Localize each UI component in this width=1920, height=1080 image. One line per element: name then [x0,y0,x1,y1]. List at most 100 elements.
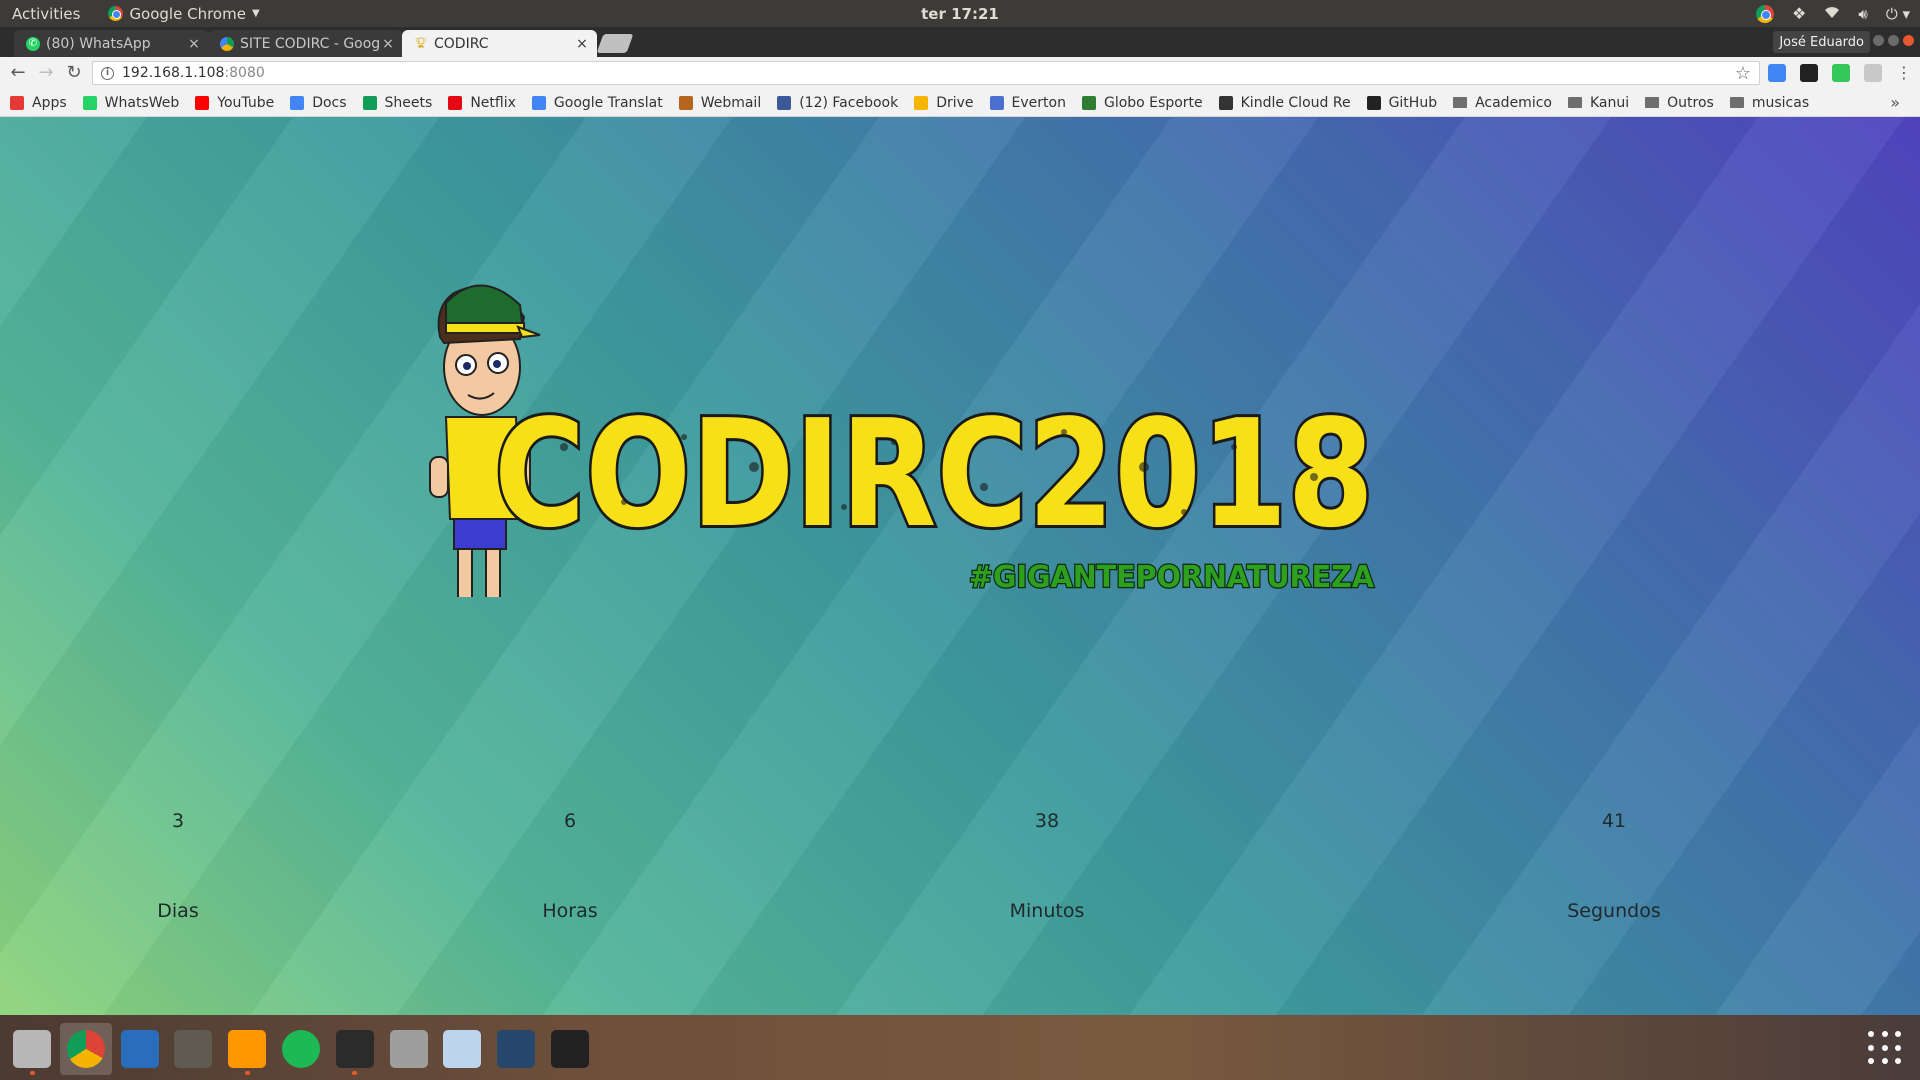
bookmark-musicas[interactable]: musicas [1729,94,1810,111]
bookmark-label: Netflix [470,94,516,111]
bookmark-kanui[interactable]: Kanui [1567,95,1629,111]
bookmark-12-facebook[interactable]: (12) Facebook [777,95,898,111]
ge-icon [1081,95,1096,110]
calculator-launcher[interactable] [383,1023,435,1075]
power-icon[interactable]: ⏻ ▾ [1886,5,1910,23]
close-window-button[interactable] [1903,35,1914,46]
close-icon[interactable]: × [575,36,589,52]
clock[interactable]: ter 17:21 [921,5,999,23]
sheets-icon [362,95,377,110]
countdown-label: Minutos [1009,900,1085,922]
bookmark-everton[interactable]: Everton [989,94,1066,111]
bookmark-label: Outros [1667,94,1714,111]
bookmark-kindle-cloud-re[interactable]: Kindle Cloud Re [1218,95,1351,111]
bookmark-whatsweb[interactable]: WhatsWeb [82,95,179,111]
bookmark-label: Everton [1011,94,1066,111]
more-bookmarks-icon[interactable]: » [1890,93,1900,112]
bookmark-outros[interactable]: Outros [1645,95,1714,111]
address-bar[interactable]: i 192.168.1.108:8080 ☆ [92,61,1760,85]
youtube-icon [195,95,210,110]
writer-launcher[interactable] [114,1023,166,1075]
chevron-down-icon: ▼ [251,8,260,19]
reload-button[interactable]: ↻ [64,63,84,83]
bookmark-docs[interactable]: Docs [290,94,347,111]
maximize-button[interactable] [1888,35,1899,46]
close-icon[interactable]: × [381,36,395,52]
bookmark-google-translat[interactable]: Google Translat [531,95,663,111]
info-icon[interactable]: i [101,66,114,80]
drive-icon [914,95,929,110]
bookmark-label: Drive [936,94,974,111]
bookmarks-bar: Apps WhatsWeb YouTube Docs Sheets Netflix Goog… [0,89,1920,117]
countdown-value: 38 [1034,810,1060,832]
back-button[interactable]: ← [8,63,28,83]
bookmark-academico[interactable]: Academico [1453,95,1552,111]
tab-site-codirc[interactable]: SITE CODIRC - Goog × [208,30,403,57]
forward-button[interactable]: → [36,63,56,83]
app-menu[interactable]: Google Chrome ▼ [108,4,260,23]
extensions-area: ⋮ [1768,63,1912,82]
green-extension-icon[interactable] [1832,63,1850,82]
minimize-button[interactable] [1873,35,1884,46]
cube-icon [443,1030,482,1068]
dropbox-icon[interactable]: ❖ [1792,4,1806,23]
files-icon [13,1030,51,1068]
cube-launcher[interactable] [436,1023,488,1075]
new-tab-button[interactable] [596,34,634,53]
docs-icon [290,95,305,110]
wifi-icon[interactable] [1824,5,1840,23]
files-launcher[interactable] [6,1023,58,1075]
mysql-workbench-launcher[interactable] [490,1023,542,1075]
writer-icon [120,1030,159,1068]
activities-button[interactable]: Activities [12,5,80,23]
countdown-value: 3 [171,810,185,832]
bookmark-apps[interactable]: Apps [10,95,67,111]
facebook-icon [777,95,792,110]
mail-extension-icon[interactable] [1800,63,1818,82]
profile-button[interactable]: José Eduardo [1773,31,1870,53]
gimp-launcher[interactable] [167,1023,219,1075]
running-indicator [244,1071,250,1075]
show-applications-icon[interactable] [1868,1031,1902,1065]
bookmark-sheets[interactable]: Sheets [362,94,433,111]
bookmark-star-icon[interactable]: ☆ [1735,63,1751,84]
webmail-icon [678,95,693,110]
chrome-tray-icon[interactable] [1756,4,1775,23]
grey-extension-icon[interactable] [1864,63,1882,82]
bookmark-webmail[interactable]: Webmail [678,94,762,111]
bookmark-youtube[interactable]: YouTube [195,95,274,111]
inkscape-launcher[interactable] [544,1023,596,1075]
menu-kebab-icon[interactable]: ⋮ [1896,63,1912,82]
terminal-launcher[interactable] [329,1023,381,1075]
bookmark-drive[interactable]: Drive [914,94,974,111]
translate-extension-icon[interactable] [1768,63,1786,82]
spotify-launcher[interactable] [275,1023,327,1075]
chrome-launcher[interactable] [59,1023,112,1075]
close-icon[interactable]: × [187,36,201,52]
volume-icon[interactable]: 🔊︎ [1858,5,1867,23]
tab-whatsapp[interactable]: ✆ (80) WhatsApp × [14,30,209,57]
bookmark-label: Webmail [700,94,762,111]
bookmark-github[interactable]: GitHub [1366,95,1437,111]
bookmark-label: Docs [312,94,347,111]
running-indicator [29,1071,35,1075]
apps-grid-icon [10,95,24,110]
sublime-text-launcher[interactable] [221,1023,273,1075]
folder-icon [1567,97,1582,108]
github-icon [1366,95,1381,110]
netflix-icon [448,95,463,110]
bookmark-label: Academico [1475,94,1552,111]
mysql-workbench-icon [497,1030,536,1068]
countdown-hours: 6 Horas [470,810,670,922]
tab-codirc[interactable]: 🏆︎ CODIRC × [402,30,597,57]
bookmark-label: YouTube [217,94,275,111]
app-menu-label: Google Chrome [129,4,246,23]
bookmark-netflix[interactable]: Netflix [448,95,516,111]
countdown-minutes: 38 Minutos [947,810,1147,922]
gimp-icon [174,1030,213,1068]
bookmark-label: Sheets [384,94,433,111]
countdown-label: Horas [542,900,598,922]
countdown-label: Segundos [1567,900,1661,922]
bookmark-globo-esporte[interactable]: Globo Esporte [1081,95,1203,111]
bookmark-label: musicas [1751,94,1810,111]
